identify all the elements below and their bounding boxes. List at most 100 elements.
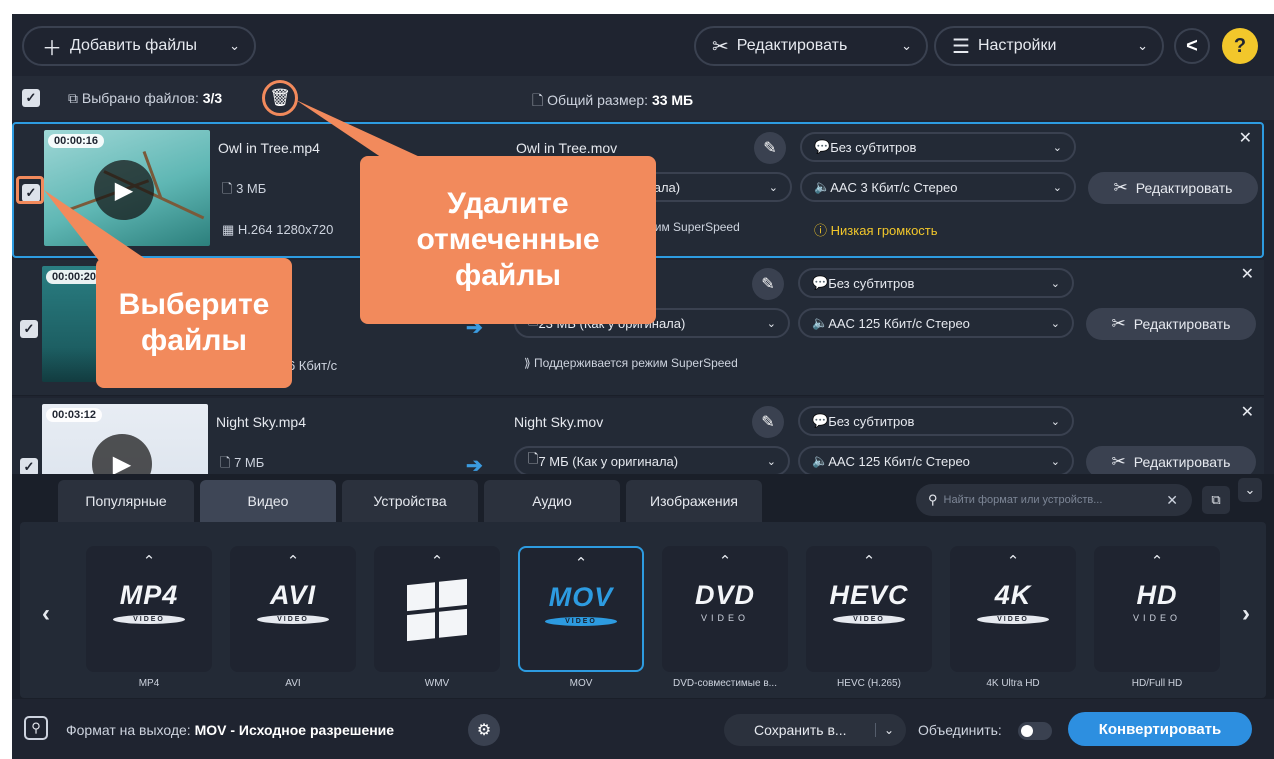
- superspeed-info: ⟫ Поддерживается режим SuperSpeed: [524, 356, 738, 370]
- edit-file-button[interactable]: ✂ Редактировать: [1086, 308, 1256, 340]
- format-hd[interactable]: ⌃ HD VIDEO: [1094, 546, 1220, 672]
- subtitles-icon: 💬: [812, 275, 829, 290]
- chevron-down-icon: ⌄: [768, 181, 778, 194]
- merge-toggle[interactable]: [1018, 722, 1052, 740]
- save-to-label: Сохранить в...: [754, 722, 847, 738]
- clear-icon[interactable]: ✕: [1166, 492, 1178, 509]
- chevron-up-icon: ⌃: [1006, 553, 1020, 570]
- chevron-down-icon: ⌄: [229, 38, 240, 53]
- chevron-up-icon: ⌃: [1150, 553, 1164, 570]
- audio-dropdown[interactable]: 🔈 AAC 125 Кбит/с Стерео ⌄: [798, 446, 1074, 476]
- format-search-icon[interactable]: ⚲: [24, 716, 48, 740]
- audio-dropdown[interactable]: 🔈 AAC 125 Кбит/с Стерео ⌄: [798, 308, 1074, 338]
- output-size-dropdown[interactable]: 🗋 7 МБ (Как у оригинала) ⌄: [514, 446, 790, 476]
- format-search-input[interactable]: ⚲ Найти формат или устройств... ✕: [916, 484, 1192, 516]
- output-file-name: Night Sky.mov: [514, 414, 604, 430]
- next-arrow-icon[interactable]: ›: [1242, 600, 1250, 628]
- search-icon: ⚲: [928, 492, 938, 507]
- play-icon[interactable]: ▶: [94, 160, 154, 220]
- settings-label: Настройки: [977, 37, 1057, 54]
- audio-dropdown[interactable]: 🔈 AAC 3 Кбит/с Стерео ⌄: [800, 172, 1076, 202]
- chevron-down-icon: ⌄: [1052, 141, 1062, 154]
- format-4k[interactable]: ⌃ 4K VIDEO: [950, 546, 1076, 672]
- subtitles-icon: 💬: [814, 139, 831, 154]
- prev-arrow-icon[interactable]: ‹: [42, 600, 50, 628]
- share-icon[interactable]: <: [1174, 28, 1210, 64]
- superspeed-icon: ⟫: [524, 356, 535, 370]
- rename-pen-icon[interactable]: ✎: [752, 406, 784, 438]
- codec-icon: ▦: [222, 222, 238, 237]
- format-label: AVI: [285, 678, 301, 689]
- format-mov[interactable]: ⌃ MOV VIDEO: [518, 546, 644, 672]
- chevron-down-icon: ⌄: [766, 317, 776, 330]
- settings-button[interactable]: ☰ Настройки ⌄: [934, 26, 1164, 66]
- format-hevc[interactable]: ⌃ HEVC VIDEO: [806, 546, 932, 672]
- file-checkbox[interactable]: ✓: [20, 320, 38, 338]
- save-to-dropdown[interactable]: Сохранить в... ⌄: [724, 714, 906, 746]
- scissors-icon: ✂: [1111, 452, 1126, 471]
- plus-icon: ＋: [42, 37, 62, 60]
- total-size-info: 🗋 Общий размер: 33 МБ: [532, 90, 693, 114]
- checkbox-highlight: [16, 176, 44, 204]
- format-wmv[interactable]: ⌃: [374, 546, 500, 672]
- tab-popular[interactable]: Популярные: [58, 480, 194, 522]
- tab-video[interactable]: Видео: [200, 480, 336, 522]
- chevron-down-icon: ⌄: [1137, 38, 1148, 53]
- format-label: HD/Full HD: [1131, 678, 1183, 689]
- select-all-checkbox[interactable]: ✓: [22, 89, 40, 107]
- gear-icon[interactable]: ⚙: [468, 714, 500, 746]
- speaker-icon: 🔈: [814, 179, 831, 194]
- chevron-up-icon: ⌃: [718, 553, 732, 570]
- tab-audio[interactable]: Аудио: [484, 480, 620, 522]
- file-icon: 🗋: [220, 455, 235, 470]
- footer: ⚲ Формат на выходе: MOV - Исходное разре…: [12, 700, 1274, 759]
- windows-logo-icon: [407, 578, 467, 642]
- chevron-down-icon: ⌄: [1050, 415, 1060, 428]
- rename-pen-icon[interactable]: ✎: [752, 268, 784, 300]
- subtitles-dropdown[interactable]: 💬 Без субтитров ⌄: [798, 268, 1074, 298]
- add-files-button[interactable]: ＋ Добавить файлы ⌄: [22, 26, 256, 66]
- files-icon: ⧉: [68, 90, 78, 106]
- chevron-down-icon: ⌄: [766, 455, 776, 468]
- format-avi[interactable]: ⌃ AVI VIDEO: [230, 546, 356, 672]
- selected-count: 3/3: [202, 90, 223, 106]
- chevron-up-icon: ⌃: [862, 553, 876, 570]
- close-icon[interactable]: ✕: [1239, 128, 1252, 148]
- collapse-panel-icon[interactable]: ⌄: [1238, 478, 1262, 502]
- format-label: HEVC (H.265): [837, 678, 901, 689]
- source-file-name: Owl in Tree.mp4: [218, 140, 320, 156]
- callout-select: Выберите файлы: [96, 258, 292, 388]
- help-button[interactable]: ?: [1222, 28, 1258, 64]
- format-label: MOV: [569, 678, 593, 689]
- trash-icon[interactable]: 🗑: [262, 80, 298, 116]
- warning-icon: ⓘ: [814, 223, 831, 238]
- tab-devices[interactable]: Устройства: [342, 480, 478, 522]
- chevron-up-icon: ⌃: [574, 555, 588, 572]
- video-thumbnail[interactable]: 00:00:16 ▶: [44, 130, 210, 246]
- format-label: MP4: [138, 678, 160, 689]
- close-icon[interactable]: ✕: [1241, 402, 1254, 422]
- add-files-label: Добавить файлы: [70, 37, 197, 54]
- source-file-name: Night Sky.mp4: [216, 414, 306, 430]
- convert-button[interactable]: Конвертировать: [1068, 712, 1252, 746]
- selection-bar: ✓ ⧉ Выбрано файлов: 3/3 🗑 🗋 Общий размер…: [12, 76, 1274, 120]
- edit-file-button[interactable]: ✂ Редактировать: [1088, 172, 1258, 204]
- subtitles-dropdown[interactable]: 💬 Без субтитров ⌄: [800, 132, 1076, 162]
- subtitles-icon: 💬: [812, 413, 829, 428]
- duration-badge: 00:00:20: [46, 270, 103, 284]
- edit-button[interactable]: ✂ Редактировать ⌄: [694, 26, 928, 66]
- format-mp4[interactable]: ⌃ MP4 VIDEO: [86, 546, 212, 672]
- search-placeholder: Найти формат или устройств...: [943, 494, 1103, 506]
- edit-label: Редактировать: [736, 37, 848, 54]
- chevron-down-icon: ⌄: [901, 38, 912, 53]
- format-info-icon[interactable]: ⧉: [1202, 486, 1230, 514]
- tab-images[interactable]: Изображения: [626, 480, 762, 522]
- total-size-label: Общий размер:: [547, 92, 649, 108]
- sliders-icon: ☰: [952, 35, 970, 58]
- rename-pen-icon[interactable]: ✎: [754, 132, 786, 164]
- close-icon[interactable]: ✕: [1241, 264, 1254, 284]
- chevron-down-icon: ⌄: [1050, 277, 1060, 290]
- subtitles-dropdown[interactable]: 💬 Без субтитров ⌄: [798, 406, 1074, 436]
- output-format-info: Формат на выходе: MOV - Исходное разреше…: [66, 722, 394, 738]
- format-dvd[interactable]: ⌃ DVD VIDEO: [662, 546, 788, 672]
